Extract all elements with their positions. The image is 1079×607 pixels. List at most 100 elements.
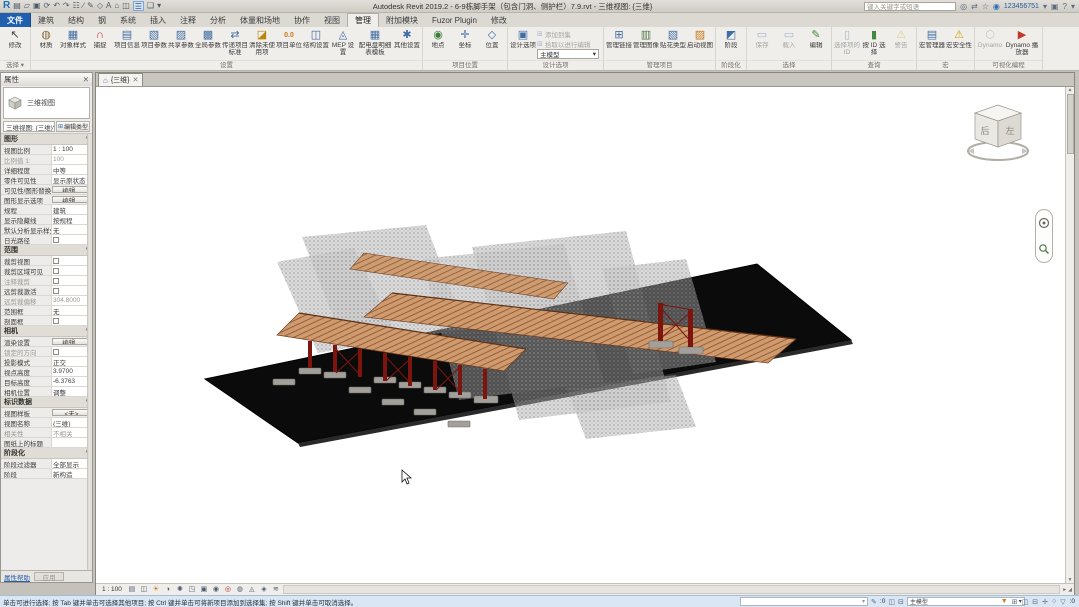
ribbon-button-select-by-id[interactable]: ▮按 ID 选择 xyxy=(861,28,887,57)
vertical-scrollbar[interactable]: ▲ ▼ xyxy=(1065,87,1074,583)
properties-scrollbar[interactable] xyxy=(87,134,92,570)
property-value-text[interactable]: 正交 xyxy=(51,357,92,366)
section-header-相机[interactable]: 相机^ xyxy=(1,326,92,337)
manage-links-icon[interactable]: ⊟ xyxy=(898,598,904,606)
editing-requests-icon[interactable]: ✎ xyxy=(871,598,877,606)
tag-by-category-icon[interactable]: ◇ xyxy=(97,1,103,11)
reveal-constraints-icon[interactable]: ≋ xyxy=(271,585,281,595)
ribbon-button-design-options[interactable]: ▣设计选项 xyxy=(510,28,536,57)
property-value-button[interactable]: 编辑... xyxy=(52,338,91,345)
property-value-text[interactable]: 100 xyxy=(51,155,92,164)
property-value-button[interactable]: <无> xyxy=(52,409,91,416)
tab-钢[interactable]: 钢 xyxy=(91,13,113,27)
ribbon-button-save-selection[interactable]: ▭保存 xyxy=(749,28,775,57)
user-avatar-icon[interactable]: ◉ xyxy=(993,2,1000,11)
apply-button[interactable]: 应用 xyxy=(34,572,64,581)
property-value-text[interactable]: -6.3763 xyxy=(51,377,92,386)
property-value-text[interactable]: 建筑 xyxy=(51,205,92,214)
undo-icon[interactable]: ↶ xyxy=(53,1,60,11)
ribbon-button-mep-settings[interactable]: ◬MEP 设置 xyxy=(330,28,356,57)
property-value-button[interactable]: 编辑... xyxy=(52,186,91,193)
ribbon-button-starting-view[interactable]: ▨启动视图 xyxy=(687,28,713,57)
measure-icon[interactable]: ∕ xyxy=(83,1,84,11)
close-view-icon[interactable]: ✕ xyxy=(133,76,139,84)
property-value-checkbox[interactable] xyxy=(51,235,92,244)
section-header-图形[interactable]: 图形^ xyxy=(1,134,92,145)
scrollbar-right-controls[interactable]: ► ◢ xyxy=(1062,587,1074,593)
tab-插入[interactable]: 插入 xyxy=(143,13,173,27)
zoom-icon[interactable] xyxy=(1038,243,1050,255)
ribbon-button-object-styles[interactable]: ▦对象样式 xyxy=(60,28,86,57)
worksets-icon[interactable]: ◫ xyxy=(888,598,895,606)
visual-style-icon[interactable]: ◫ xyxy=(139,585,149,595)
worksharing-filter-icon[interactable]: ▼ xyxy=(1001,598,1008,605)
close-icon[interactable]: ✕ xyxy=(83,75,89,84)
tab-修改[interactable]: 修改 xyxy=(484,13,514,27)
ribbon-button-dynamo[interactable]: ⬡Dynamo xyxy=(977,28,1003,57)
tab-附加模块[interactable]: 附加模块 xyxy=(379,13,425,27)
ribbon-button-additional-settings[interactable]: ✱其他设置 xyxy=(394,28,420,57)
property-value-text[interactable]: 新构造 xyxy=(51,469,92,478)
property-value-checkbox[interactable] xyxy=(51,316,92,325)
ribbon-button-global-parameters[interactable]: ▩全局参数 xyxy=(195,28,221,57)
revit-logo-icon[interactable]: R xyxy=(3,1,10,11)
ribbon-button-materials[interactable]: ◍材质 xyxy=(33,28,59,57)
temporary-view-properties-icon[interactable]: ◍ xyxy=(235,585,245,595)
scroll-right-icon[interactable]: ► xyxy=(1062,587,1067,593)
tab-视图[interactable]: 视图 xyxy=(317,13,347,27)
property-value-text[interactable]: 3.9700 xyxy=(51,367,92,376)
instance-selector[interactable]: 三维视图: {三维} ▾ xyxy=(3,121,55,132)
crop-view-icon[interactable]: ◳ xyxy=(187,585,197,595)
property-value-button[interactable]: 编辑... xyxy=(52,196,91,203)
design-option-select[interactable]: 主模型▾ xyxy=(537,49,599,59)
sun-path-icon[interactable]: ☀ xyxy=(151,585,161,595)
pin-select-icon[interactable]: ✛ xyxy=(1042,598,1048,606)
signed-in-user[interactable]: 123456751 xyxy=(1004,3,1039,10)
section-header-标识数据[interactable]: 标识数据^ xyxy=(1,397,92,408)
detail-level-icon[interactable]: ▤ xyxy=(127,585,137,595)
show-analytical-model-icon[interactable]: ◬ xyxy=(247,585,257,595)
properties-help-link[interactable]: 属性帮助 xyxy=(4,572,30,582)
model-viewport[interactable]: 后 左 xyxy=(96,87,1065,583)
favorites-star-icon[interactable]: ☆ xyxy=(982,2,989,11)
ribbon-button-decal-types[interactable]: ▧贴花类型 xyxy=(660,28,686,57)
ribbon-button-add-to-set[interactable]: ⊞添加到集 xyxy=(537,29,601,38)
view-tab-3d[interactable]: ⌂ {三维} ✕ xyxy=(98,73,143,86)
ribbon-button-manage-links[interactable]: ⊞管理链接 xyxy=(606,28,632,57)
editable-only-icon[interactable]: ◫ xyxy=(1022,598,1029,606)
checkbox[interactable] xyxy=(53,278,59,284)
aligned-dimension-icon[interactable]: ✎ xyxy=(87,1,94,11)
property-value-select[interactable]: 1 : 100 xyxy=(51,145,92,154)
ribbon-button-pick-to-edit[interactable]: ⊞拾取以进行编辑 xyxy=(537,39,601,48)
ribbon-button-coordinates[interactable]: ✛坐标 xyxy=(452,28,478,57)
rendering-dialog-icon[interactable]: ✺ xyxy=(175,585,185,595)
property-value-text[interactable]: 不相关 xyxy=(51,428,92,437)
tab-体量和场地[interactable]: 体量和场地 xyxy=(233,13,287,27)
tab-注释[interactable]: 注释 xyxy=(173,13,203,27)
switch-windows-icon[interactable]: ❏ xyxy=(147,1,154,11)
exclude-options-icon[interactable]: ⊞ xyxy=(1012,598,1018,606)
view-cube[interactable]: 后 左 xyxy=(965,95,1035,173)
sync-with-central-icon[interactable]: ⟳ xyxy=(44,1,51,11)
highlight-displacement-sets-icon[interactable]: ◈ xyxy=(259,585,269,595)
property-value-text[interactable]: 按规程 xyxy=(51,215,92,224)
property-value-text[interactable]: 无 xyxy=(51,225,92,234)
section-icon[interactable]: ◫ xyxy=(122,1,130,11)
horizontal-scrollbar[interactable] xyxy=(283,585,1060,594)
help-icon[interactable]: ? xyxy=(1063,2,1067,11)
tab-系统[interactable]: 系统 xyxy=(113,13,143,27)
ribbon-button-macro-security[interactable]: ⚠宏安全性 xyxy=(946,28,972,57)
ribbon-button-snaps[interactable]: ∩捕捉 xyxy=(87,28,113,57)
property-value-checkbox[interactable] xyxy=(51,256,92,265)
exchange-apps-icon[interactable]: ⇄ xyxy=(971,2,978,11)
section-header-范围[interactable]: 范围^ xyxy=(1,245,92,256)
ribbon-button-dynamo-player[interactable]: ▶Dynamo 播放器 xyxy=(1004,28,1040,57)
search-input[interactable]: 键入关键字或短语 xyxy=(864,2,956,11)
scroll-up-icon[interactable]: ▲ xyxy=(1068,87,1073,93)
show-crop-region-icon[interactable]: ▣ xyxy=(199,585,209,595)
steering-wheel-icon[interactable] xyxy=(1038,217,1050,229)
properties-header[interactable]: 属性 ✕ xyxy=(1,73,92,86)
property-value-text[interactable]: 中等 xyxy=(51,165,92,174)
app-store-icon[interactable]: ▣ xyxy=(1051,2,1059,11)
links-select-icon[interactable]: ⊟ xyxy=(1032,598,1038,606)
